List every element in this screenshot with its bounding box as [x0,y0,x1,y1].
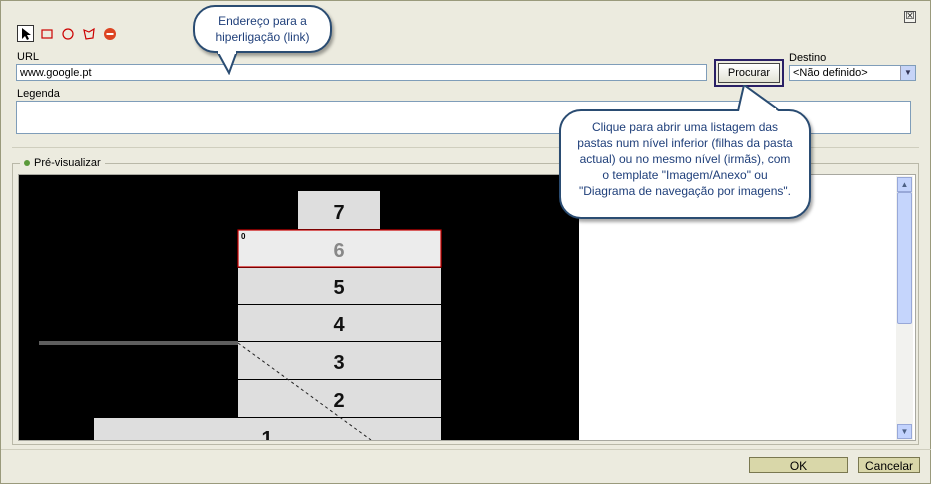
chevron-down-icon[interactable]: ▼ [900,66,915,80]
url-hint-text: Endereço para a hiperligação (link) [215,14,310,44]
browse-hint-pointer [737,85,781,111]
rectangle-tool-icon[interactable] [38,25,55,42]
ok-button[interactable]: OK [749,457,848,473]
url-input[interactable] [16,64,707,81]
close-icon[interactable]: ☒ [904,11,916,23]
url-label: URL [17,51,40,63]
floor-7-label: 7 [333,202,344,224]
preview-legend-label: Pré-visualizar [34,157,101,169]
browse-button-label: Procurar [718,63,780,83]
floor-2-label: 2 [333,390,344,412]
polygon-tool-icon[interactable] [80,25,97,42]
delete-tool-icon[interactable] [101,25,118,42]
target-select[interactable]: <Não definido> ▼ [789,65,916,81]
browse-button[interactable]: Procurar [714,59,784,87]
drawing-toolbar [17,25,118,43]
scrollbar-thumb[interactable] [897,192,912,324]
circle-tool-icon[interactable] [59,25,76,42]
caption-label: Legenda [17,88,60,100]
preview-legend: Pré-visualizar [20,157,105,169]
browse-hint-text: Clique para abrir uma listagem das pasta… [577,120,793,198]
bullet-icon [24,160,30,166]
floor-4-label: 4 [333,314,345,336]
scroll-down-icon[interactable]: ▼ [897,424,912,439]
floor-1-label: 1 [261,428,272,440]
hyperlink-dialog: ☒ URL Procurar Destino <Não definido> ▼ … [0,0,931,484]
cancel-button[interactable]: Cancelar [858,457,920,473]
url-hint-bubble: Endereço para a hiperligação (link) [193,5,332,53]
floor-3-label: 3 [333,352,344,374]
floor-5-label: 5 [333,277,344,299]
target-selected-value: <Não definido> [793,67,868,79]
floor-6-label: 6 [333,240,344,262]
url-hint-pointer [216,51,238,75]
scroll-up-icon[interactable]: ▲ [897,177,912,192]
target-label: Destino [789,52,827,64]
pointer-tool-icon[interactable] [17,25,34,42]
selected-area-marker: 0 [241,232,246,241]
preview-scrollbar[interactable]: ▲ ▼ [896,176,913,440]
browse-hint-bubble: Clique para abrir uma listagem das pasta… [559,109,811,219]
footer-divider [1,449,931,450]
building-diagram[interactable]: 7 6 0 5 4 3 2 1 [19,175,579,440]
